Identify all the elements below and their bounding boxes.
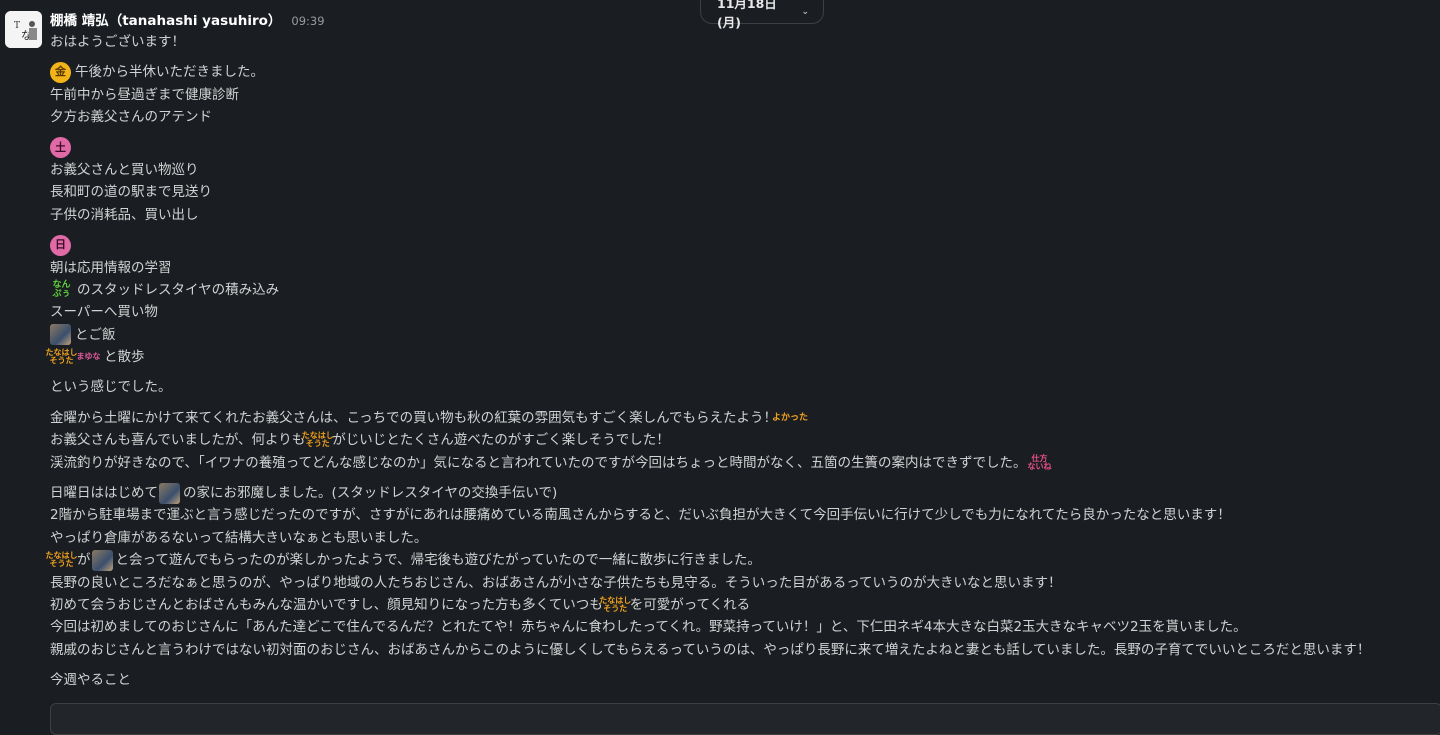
message-line: という感じでした。	[50, 379, 172, 396]
nanpu-emoji-icon: なん ぷぅ	[52, 280, 71, 300]
message-line: 初めて会うおじさんとおばさんもみんな温かいですし、顔見知りになった方も多くていつ…	[50, 594, 1438, 616]
message-line: お義父さんも喜んでいましたが、何よりも たなはし そうた がじいじとたくさん遊べた…	[50, 429, 1438, 451]
message-line: 親戚のおじさんと言うわけではない初対面のおじさん、おばあさんからこのように優しく…	[50, 641, 1371, 658]
person-photo-emoji-icon	[91, 549, 113, 571]
message-line: 午前中から昼過ぎまで健康診断	[50, 86, 239, 103]
message-line: 今回は初めましてのおじさんに「あんた達どこで住んでるんだ？とれたてや！赤ちゃんに…	[50, 619, 1247, 636]
message-line: 土	[50, 137, 1438, 159]
message-line: たなはし そうた まゆな と散歩	[45, 346, 1438, 368]
message-line: 夕方お義父さんのアテンド	[50, 109, 212, 126]
shikatanai-emoji-icon: 仕方 ないね	[1027, 453, 1052, 471]
message-line: とご飯	[50, 324, 1438, 346]
svg-text:T: T	[14, 21, 20, 31]
message-line: 金曜から土曜にかけて来てくれたお義父さんは、こっちでの買い物も秋の紅葉の雰囲気も…	[50, 407, 1438, 429]
message-line: 朝は応用情報の学習	[50, 259, 172, 276]
message-line: 渓流釣りが好きなので、「イワナの養殖ってどんな感じなのか」気になると言われていた…	[50, 452, 1438, 474]
message-line: 日曜日ははじめて の家にお邪魔しました。(スタッドレスタイヤの交換手伝いで)	[50, 482, 1438, 504]
person-photo-emoji-icon	[50, 324, 71, 346]
tanahashi-souta-emoji-icon: たなはし そうた	[599, 596, 632, 614]
tanahashi-souta-emoji-icon: たなはし そうた	[45, 551, 78, 569]
message-line: たなはし そうた が と会って遊んでもらったのが楽しかったようで、帰宅後も遊びたが…	[45, 549, 1438, 571]
yokatta-emoji-icon: よかった	[771, 412, 808, 423]
person-photo-emoji-icon	[159, 482, 180, 504]
avatar[interactable]: T な	[5, 11, 42, 48]
message-line: 今週やること	[50, 672, 131, 689]
message-line: スーパーへ買い物	[50, 304, 158, 321]
message-line: 金 午後から半休いただきました。	[50, 61, 1438, 84]
message-line: 子供の消耗品、買い出し	[50, 206, 199, 223]
message-line: なん ぷぅ のスタッドレスタイヤの積み込み	[50, 279, 1438, 301]
message-line: おはようございます！	[50, 34, 185, 50]
tanahashi-souta-emoji-icon: たなはし そうた	[301, 431, 334, 449]
message-line: 日	[50, 234, 1438, 256]
message-line: 長和町の道の駅まで見送り	[50, 184, 212, 201]
message-author[interactable]: 棚橋 靖弘（tanahashi yasuhiro）	[50, 9, 281, 29]
mayuna-emoji-icon: まゆな	[76, 352, 101, 362]
message-timestamp[interactable]: 09:39	[291, 14, 324, 28]
message-line: やっぱり倉庫があるないって結構大きいなぁとも思いました。	[50, 529, 428, 546]
tanahashi-souta-emoji-icon: たなはし そうた	[45, 348, 78, 366]
code-block	[50, 703, 1440, 735]
message-line: 2階から駐車場まで運ぶと言う感じだったのですが、さすがにあれは腰痛めている南風さ…	[50, 507, 1231, 524]
saturday-emoji-icon: 土	[50, 137, 71, 159]
friday-emoji-icon: 金	[50, 62, 71, 84]
sunday-emoji-icon: 日	[50, 234, 71, 256]
message: 棚橋 靖弘（tanahashi yasuhiro） 09:39 おはようございま…	[45, 9, 1438, 692]
message-line: 長野の良いところだなぁと思うのが、やっぱり地域の人たちおじさん、おばあさんが小さ…	[50, 574, 1062, 591]
message-line: お義父さんと買い物巡り	[50, 161, 199, 178]
